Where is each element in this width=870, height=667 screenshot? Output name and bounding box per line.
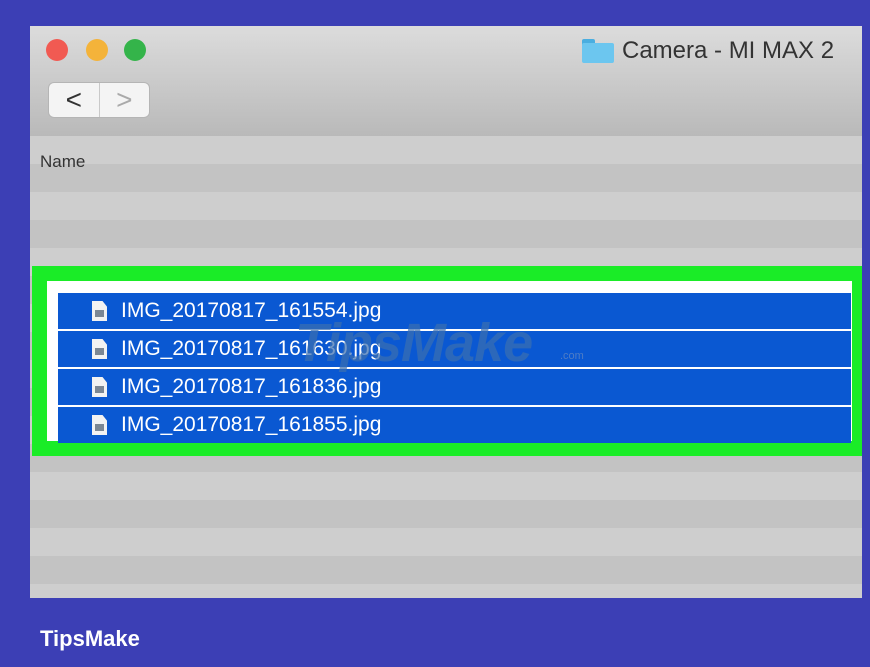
minimize-button[interactable]	[86, 39, 108, 61]
file-row[interactable]: IMG_20170817_161855.jpg	[58, 407, 851, 443]
image-file-icon	[92, 377, 107, 397]
window-title: Camera - MI MAX 2	[582, 36, 834, 66]
file-name: IMG_20170817_161836.jpg	[121, 375, 382, 398]
watermark-suffix: .com	[560, 350, 584, 362]
close-button[interactable]	[46, 39, 68, 61]
image-file-icon	[92, 301, 107, 321]
window-title-text: Camera - MI MAX 2	[622, 37, 835, 64]
title-bar: < > Camera - MI MAX 2	[30, 26, 862, 136]
forward-button[interactable]: >	[98, 83, 150, 117]
file-name: IMG_20170817_161855.jpg	[121, 413, 382, 436]
folder-icon	[582, 39, 614, 63]
image-file-icon	[92, 339, 107, 359]
navigation-buttons: < >	[48, 82, 150, 118]
brand-label: TipsMake	[40, 626, 140, 651]
maximize-button[interactable]	[124, 39, 146, 61]
name-column-header[interactable]: Name	[40, 152, 85, 172]
watermark-logo: TipsMake	[295, 313, 533, 373]
back-button[interactable]: <	[49, 83, 99, 117]
file-row[interactable]: IMG_20170817_161836.jpg	[58, 369, 851, 405]
image-file-icon	[92, 415, 107, 435]
